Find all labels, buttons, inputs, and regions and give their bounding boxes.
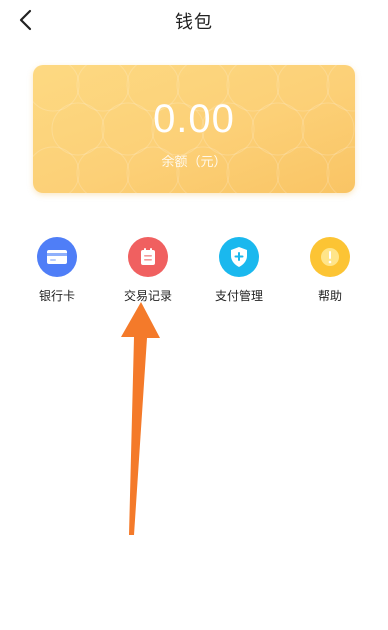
action-label: 支付管理 <box>214 289 263 303</box>
action-label: 银行卡 <box>38 289 75 303</box>
transaction-record-icon <box>128 237 168 277</box>
action-bank-card[interactable]: 银行卡 <box>17 237 97 307</box>
action-payment-management[interactable]: 支付管理 <box>199 237 279 307</box>
header: 钱包 <box>0 0 388 40</box>
wallet-page: 钱包 0.00 余额（元） 银行卡 交易记录 支付管理 帮助 <box>0 0 388 630</box>
balance-amount: 0.00 <box>153 97 235 141</box>
bank-card-icon <box>37 237 77 277</box>
quick-actions: 银行卡 交易记录 支付管理 帮助 <box>0 237 388 307</box>
balance-label: 余额（元） <box>161 155 227 170</box>
action-label: 帮助 <box>317 289 342 303</box>
shield-plus-icon <box>219 237 259 277</box>
help-icon <box>310 237 350 277</box>
action-help[interactable]: 帮助 <box>290 237 370 307</box>
balance-card[interactable]: 0.00 余额（元） <box>33 65 355 193</box>
page-title: 钱包 <box>175 12 213 33</box>
action-label: 交易记录 <box>123 289 172 303</box>
action-transaction-record[interactable]: 交易记录 <box>108 237 188 307</box>
